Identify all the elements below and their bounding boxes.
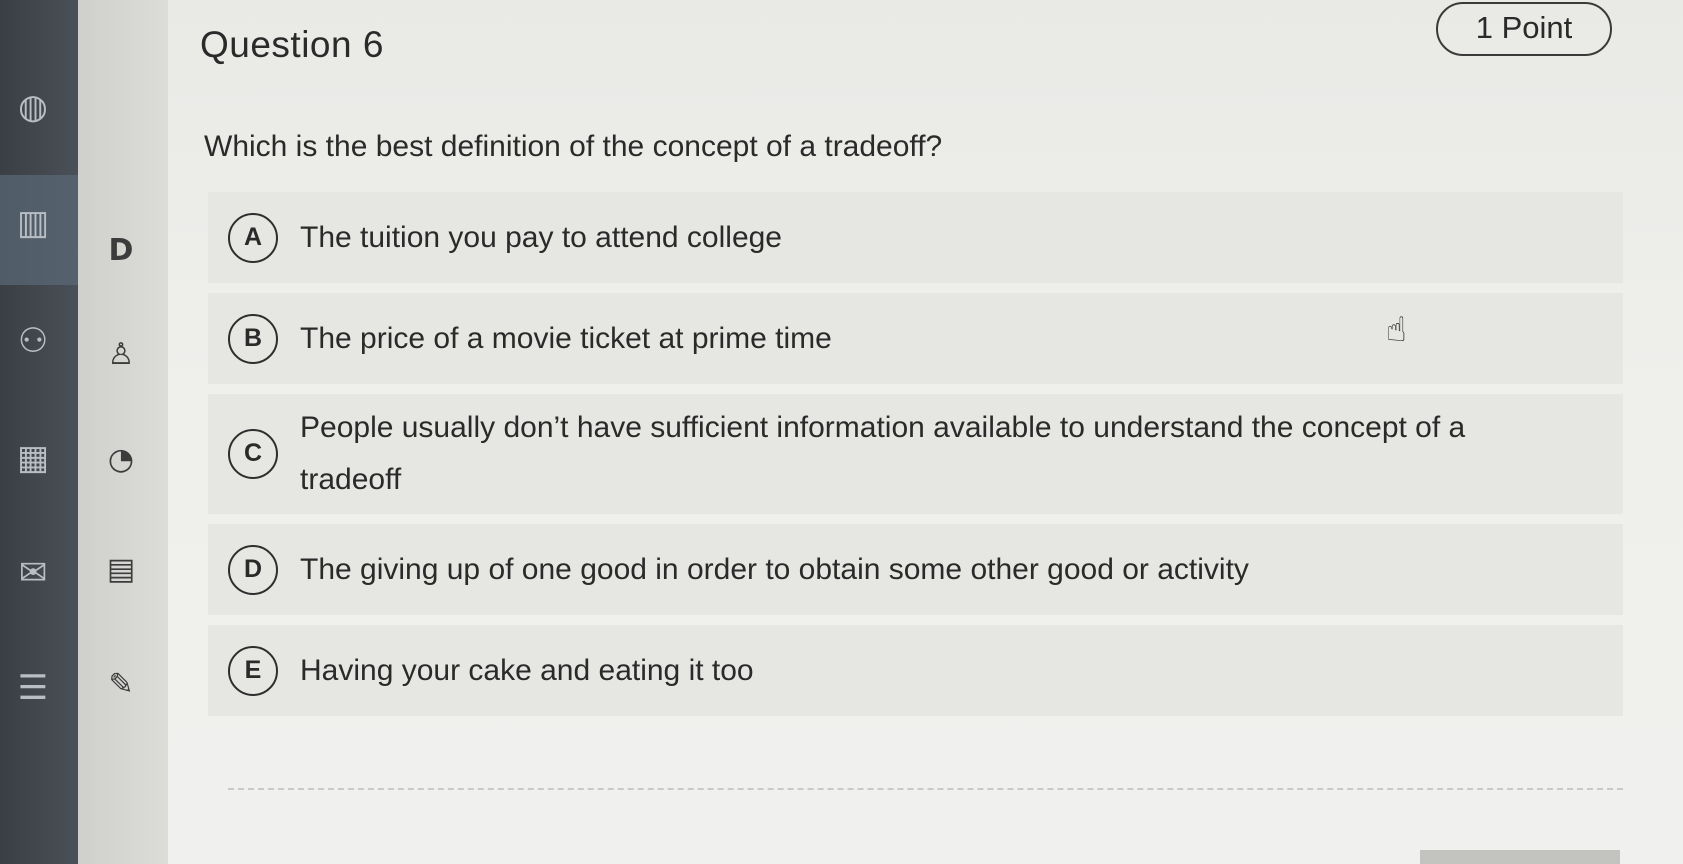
option-text: The tuition you pay to attend college	[300, 220, 782, 254]
bottom-scroll-indicator[interactable]	[1420, 850, 1620, 864]
option-letter: B	[228, 313, 278, 364]
mail-icon[interactable]: ✉	[10, 550, 56, 596]
option-letter: A	[228, 212, 278, 263]
option-letter: E	[228, 645, 278, 696]
answer-options: A The tuition you pay to attend college …	[208, 192, 1623, 726]
answer-option-d[interactable]: D The giving up of one good in order to …	[208, 524, 1623, 615]
option-text: The price of a movie ticket at prime tim…	[300, 321, 832, 355]
clock-icon[interactable]: ◔	[96, 435, 146, 485]
answer-option-b[interactable]: B The price of a movie ticket at prime t…	[208, 293, 1623, 384]
option-text: The giving up of one good in order to ob…	[300, 552, 1249, 586]
option-letter: D	[228, 544, 278, 595]
calculator-icon[interactable]: ▤	[96, 545, 146, 595]
globe-icon[interactable]: ◍	[10, 84, 56, 130]
question-content: Question 6 1 Point Which is the best def…	[168, 0, 1683, 864]
points-badge: 1 Point	[1436, 2, 1612, 56]
calendar-icon[interactable]: ▦	[10, 435, 56, 481]
option-letter: C	[228, 429, 278, 479]
option-text: Having your cake and eating it too	[300, 653, 754, 687]
document-icon[interactable]: ☰	[10, 665, 56, 711]
section-divider	[228, 788, 1623, 790]
book-icon[interactable]: ▥	[10, 200, 56, 246]
secondary-nav-panel: D ♙ ◔ ▤ ✎	[78, 0, 168, 864]
person-icon[interactable]: ♙	[96, 330, 146, 380]
question-title: Question 6	[200, 24, 384, 65]
hand-cursor-icon: ☝	[1386, 310, 1407, 350]
app-sidebar: ◍ ▥ ⚇ ▦ ✉ ☰	[0, 0, 78, 864]
people-icon[interactable]: ⚇	[10, 318, 56, 364]
answer-option-a[interactable]: A The tuition you pay to attend college	[208, 192, 1623, 283]
pencil-icon[interactable]: ✎	[96, 660, 146, 710]
option-text: People usually don’t have sufficient inf…	[300, 411, 1466, 496]
answer-option-c[interactable]: C People usually don’t have sufficient i…	[208, 394, 1623, 514]
sub-panel-letter: D	[108, 233, 134, 268]
answer-option-e[interactable]: E Having your cake and eating it too	[208, 625, 1623, 716]
question-prompt: Which is the best definition of the conc…	[204, 130, 943, 163]
